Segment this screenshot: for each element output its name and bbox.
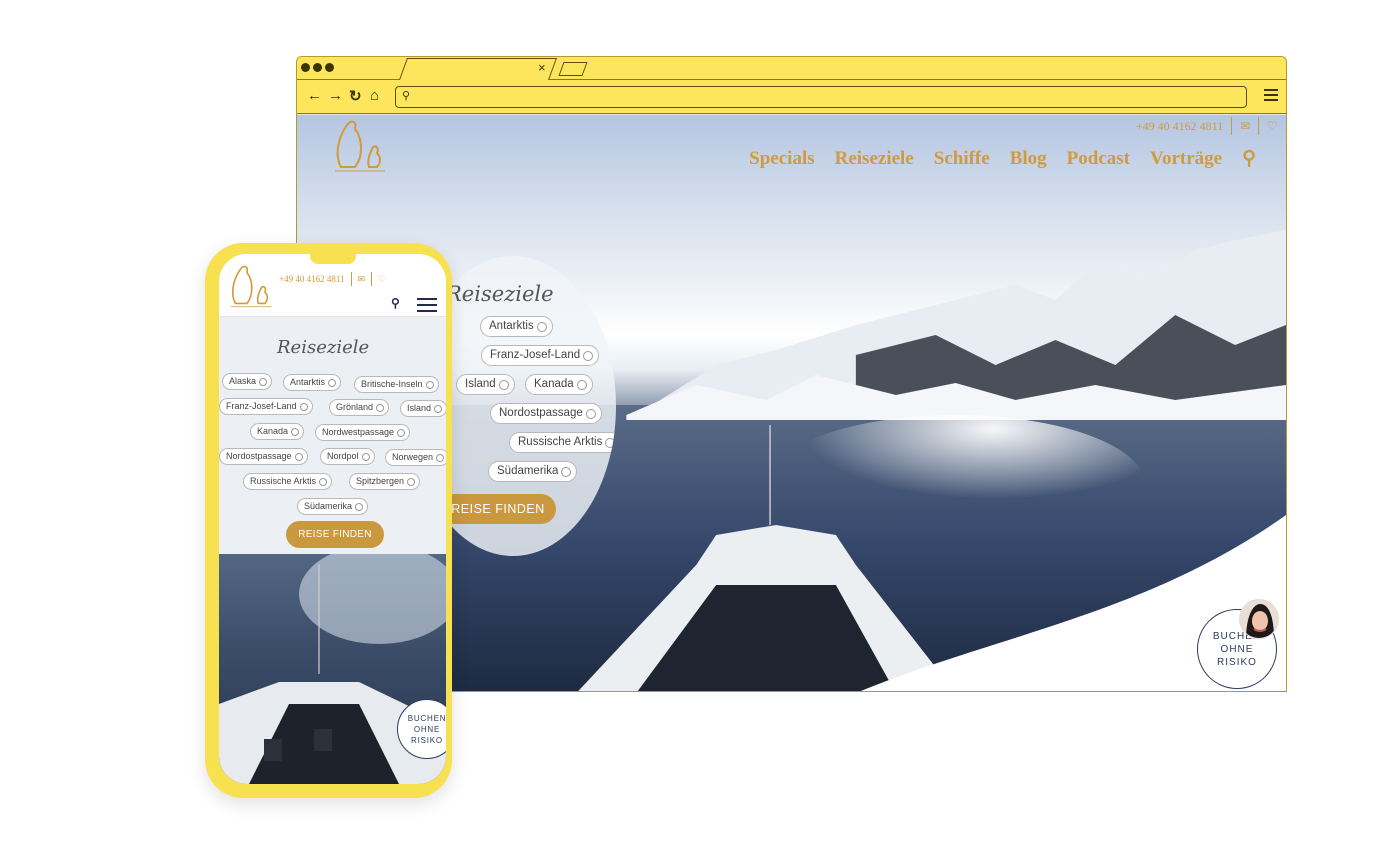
- search-icon[interactable]: ⚲: [1242, 147, 1256, 170]
- destination-chip[interactable]: Island: [456, 374, 515, 395]
- destination-chip[interactable]: Norwegen: [385, 449, 446, 466]
- maximize-dot[interactable]: [325, 63, 334, 72]
- destinations-title: Reiseziele: [446, 282, 554, 306]
- destination-chip[interactable]: Franz-Josef-Land: [219, 398, 313, 415]
- destination-chip[interactable]: Franz-Josef-Land: [481, 345, 600, 366]
- destination-chip[interactable]: Russische Arktis: [243, 473, 333, 490]
- find-trip-button[interactable]: REISE FINDEN: [440, 494, 556, 524]
- mobile-hero-image: BUCHEN OHNE RISIKO: [219, 554, 446, 784]
- window-controls: [301, 63, 334, 72]
- destination-chip[interactable]: Grönland: [329, 399, 390, 416]
- nav-item-vortraege[interactable]: Vorträge: [1150, 148, 1222, 170]
- destination-chip[interactable]: Antarktis: [283, 374, 342, 391]
- divider: [371, 272, 373, 286]
- badge-line: BUCHEN: [407, 714, 446, 723]
- heart-icon[interactable]: ♡: [1267, 119, 1278, 134]
- home-icon[interactable]: ⌂: [370, 87, 379, 104]
- find-trip-button[interactable]: REISE FINDEN: [286, 521, 384, 548]
- badge-line: RISIKO: [1217, 657, 1257, 668]
- mail-icon[interactable]: ✉: [358, 274, 366, 285]
- heart-icon[interactable]: ♡: [378, 274, 386, 285]
- mobile-phone-mockup: +49 40 4162 4811 ✉ ♡ ⚲ Reiseziele Alaska…: [205, 243, 452, 798]
- badge-line: OHNE: [413, 725, 441, 734]
- divider: [350, 272, 352, 286]
- hamburger-menu-icon[interactable]: [417, 298, 437, 312]
- destination-chip[interactable]: Südamerika: [488, 461, 578, 482]
- browser-tab[interactable]: [398, 58, 558, 80]
- avatar[interactable]: [1239, 599, 1279, 639]
- close-dot[interactable]: [301, 63, 310, 72]
- divider: [1231, 117, 1233, 135]
- badge-line: RISIKO: [411, 736, 443, 745]
- destination-chip[interactable]: Spitzbergen: [349, 473, 421, 490]
- close-tab-icon[interactable]: ×: [538, 60, 546, 75]
- reload-icon[interactable]: ↻: [349, 87, 362, 105]
- destination-chip[interactable]: Island: [400, 400, 446, 417]
- forward-icon[interactable]: →: [328, 87, 343, 104]
- destinations-title: Reiseziele: [277, 337, 370, 358]
- browser-toolbar: ← → ↻ ⌂ ⚲: [297, 80, 1286, 114]
- penguin-logo[interactable]: [333, 117, 387, 179]
- phone-link[interactable]: +49 40 4162 4811: [279, 274, 345, 284]
- destination-chip[interactable]: Nordostpassage: [219, 448, 308, 465]
- nav-item-reiseziele[interactable]: Reiseziele: [835, 148, 914, 170]
- destination-chip[interactable]: Südamerika: [297, 498, 369, 515]
- minimize-dot[interactable]: [313, 63, 322, 72]
- browser-tab-bar: ×: [297, 57, 1286, 80]
- penguin-logo[interactable]: [229, 260, 273, 316]
- destination-chip[interactable]: Nordwestpassage: [315, 424, 411, 441]
- destination-chip[interactable]: Alaska: [222, 373, 273, 390]
- mail-icon[interactable]: ✉: [1240, 119, 1250, 134]
- nav-item-schiffe[interactable]: Schiffe: [934, 148, 990, 170]
- destination-chip[interactable]: Nordpol: [320, 448, 375, 465]
- contact-bar: +49 40 4162 4811 ✉ ♡: [279, 272, 386, 286]
- destination-finder: Reiseziele Alaska Antarktis Britische-In…: [219, 317, 446, 554]
- back-icon[interactable]: ←: [307, 87, 322, 104]
- search-icon[interactable]: ⚲: [391, 296, 400, 310]
- destination-chip[interactable]: Britische-Inseln: [354, 376, 439, 393]
- address-bar[interactable]: ⚲: [395, 86, 1247, 108]
- destination-chip[interactable]: Kanada: [525, 374, 593, 395]
- search-icon: ⚲: [402, 90, 411, 102]
- destination-chip[interactable]: Antarktis: [480, 316, 553, 337]
- destination-chip[interactable]: Nordostpassage: [490, 403, 602, 424]
- main-navigation: Specials Reiseziele Schiffe Blog Podcast…: [749, 147, 1256, 170]
- nav-item-podcast[interactable]: Podcast: [1067, 148, 1130, 170]
- phone-link[interactable]: +49 40 4162 4811: [1136, 119, 1223, 134]
- destination-chip[interactable]: Russische Arktis: [509, 432, 616, 453]
- destination-chip[interactable]: Kanada: [250, 423, 305, 440]
- divider: [1258, 117, 1260, 135]
- menu-icon[interactable]: [1264, 89, 1278, 101]
- phone-notch: [310, 254, 356, 264]
- nav-item-specials[interactable]: Specials: [749, 148, 814, 170]
- mobile-screen: +49 40 4162 4811 ✉ ♡ ⚲ Reiseziele Alaska…: [219, 254, 446, 784]
- contact-bar: +49 40 4162 4811 ✉ ♡: [1136, 117, 1278, 135]
- new-tab-button[interactable]: [558, 62, 588, 76]
- badge-line: OHNE: [1220, 644, 1254, 655]
- nav-item-blog[interactable]: Blog: [1010, 148, 1047, 170]
